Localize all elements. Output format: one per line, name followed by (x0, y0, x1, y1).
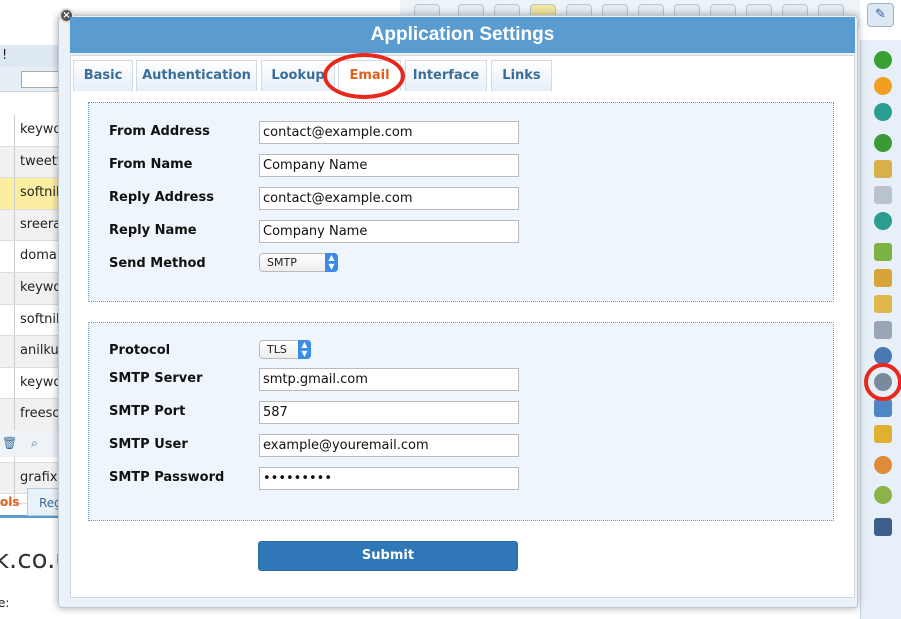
plus-icon[interactable] (874, 51, 892, 69)
smtp-user-label: SMTP User (109, 437, 188, 452)
chevron-updown-icon: ▲ ▼ (298, 340, 311, 359)
tag-icon[interactable] (874, 186, 892, 204)
search-icon[interactable]: ⌕ (31, 436, 38, 450)
palette-icon[interactable] (874, 456, 892, 474)
book-icon[interactable] (874, 518, 892, 536)
from-address-label: From Address (109, 124, 210, 139)
trash-icon[interactable]: 🗑 (2, 436, 17, 450)
smtp-server-label: SMTP Server (109, 371, 203, 386)
dialog-title: Application Settings (70, 17, 855, 53)
protocol-label: Protocol (109, 343, 171, 358)
from-name-input[interactable]: Company Name (259, 154, 519, 177)
header-mark: ! (2, 48, 8, 63)
refresh-check-icon[interactable] (874, 486, 892, 504)
smtp-port-label: SMTP Port (109, 404, 186, 419)
reply-address-label: Reply Address (109, 190, 214, 205)
smtp-server-input[interactable]: smtp.gmail.com (259, 368, 519, 391)
highlight-circle-email (323, 53, 405, 99)
background-label: e: (0, 596, 10, 610)
smtp-password-label: SMTP Password (109, 470, 225, 485)
add-page-icon[interactable] (874, 243, 892, 261)
from-address-input[interactable]: contact@example.com (259, 121, 519, 144)
protocol-value: TLS (267, 343, 287, 356)
protocol-select[interactable]: TLS ▲ ▼ (259, 340, 311, 359)
send-method-value: SMTP (267, 256, 297, 269)
highlight-circle-settings (864, 363, 901, 401)
tab-basic[interactable]: Basic (73, 60, 133, 91)
smtp-user-input[interactable]: example@youremail.com (259, 434, 519, 457)
submit-button[interactable]: Submit (258, 541, 518, 571)
chevron-updown-icon: ▲ ▼ (325, 253, 338, 272)
check-icon[interactable] (874, 134, 892, 152)
reply-name-label: Reply Name (109, 223, 197, 238)
document-settings-icon[interactable] (874, 321, 892, 339)
calendar-icon[interactable] (874, 160, 892, 178)
reply-address-input[interactable]: contact@example.com (259, 187, 519, 210)
edit-icon[interactable] (874, 295, 892, 313)
tab-interface[interactable]: Interface (405, 60, 487, 91)
smtp-port-input[interactable]: 587 (259, 401, 519, 424)
from-name-label: From Name (109, 157, 193, 172)
send-method-select[interactable]: SMTP ▲ ▼ (259, 253, 338, 272)
clipboard-check-icon[interactable] (874, 425, 892, 443)
arrow-up-icon[interactable] (874, 103, 892, 121)
send-method-label: Send Method (109, 256, 206, 271)
arrow-down-icon[interactable] (874, 212, 892, 230)
calendar-settings-icon[interactable] (874, 269, 892, 287)
tab-tools[interactable]: ols (0, 495, 20, 509)
minus-icon[interactable] (874, 77, 892, 95)
tab-authentication[interactable]: Authentication (136, 60, 257, 91)
reply-name-input[interactable]: Company Name (259, 220, 519, 243)
approve-icon[interactable] (874, 399, 892, 417)
pen-tool-button[interactable]: ✎ (867, 3, 894, 27)
tab-links[interactable]: Links (491, 60, 552, 91)
smtp-password-input[interactable]: ••••••••• (259, 467, 519, 490)
